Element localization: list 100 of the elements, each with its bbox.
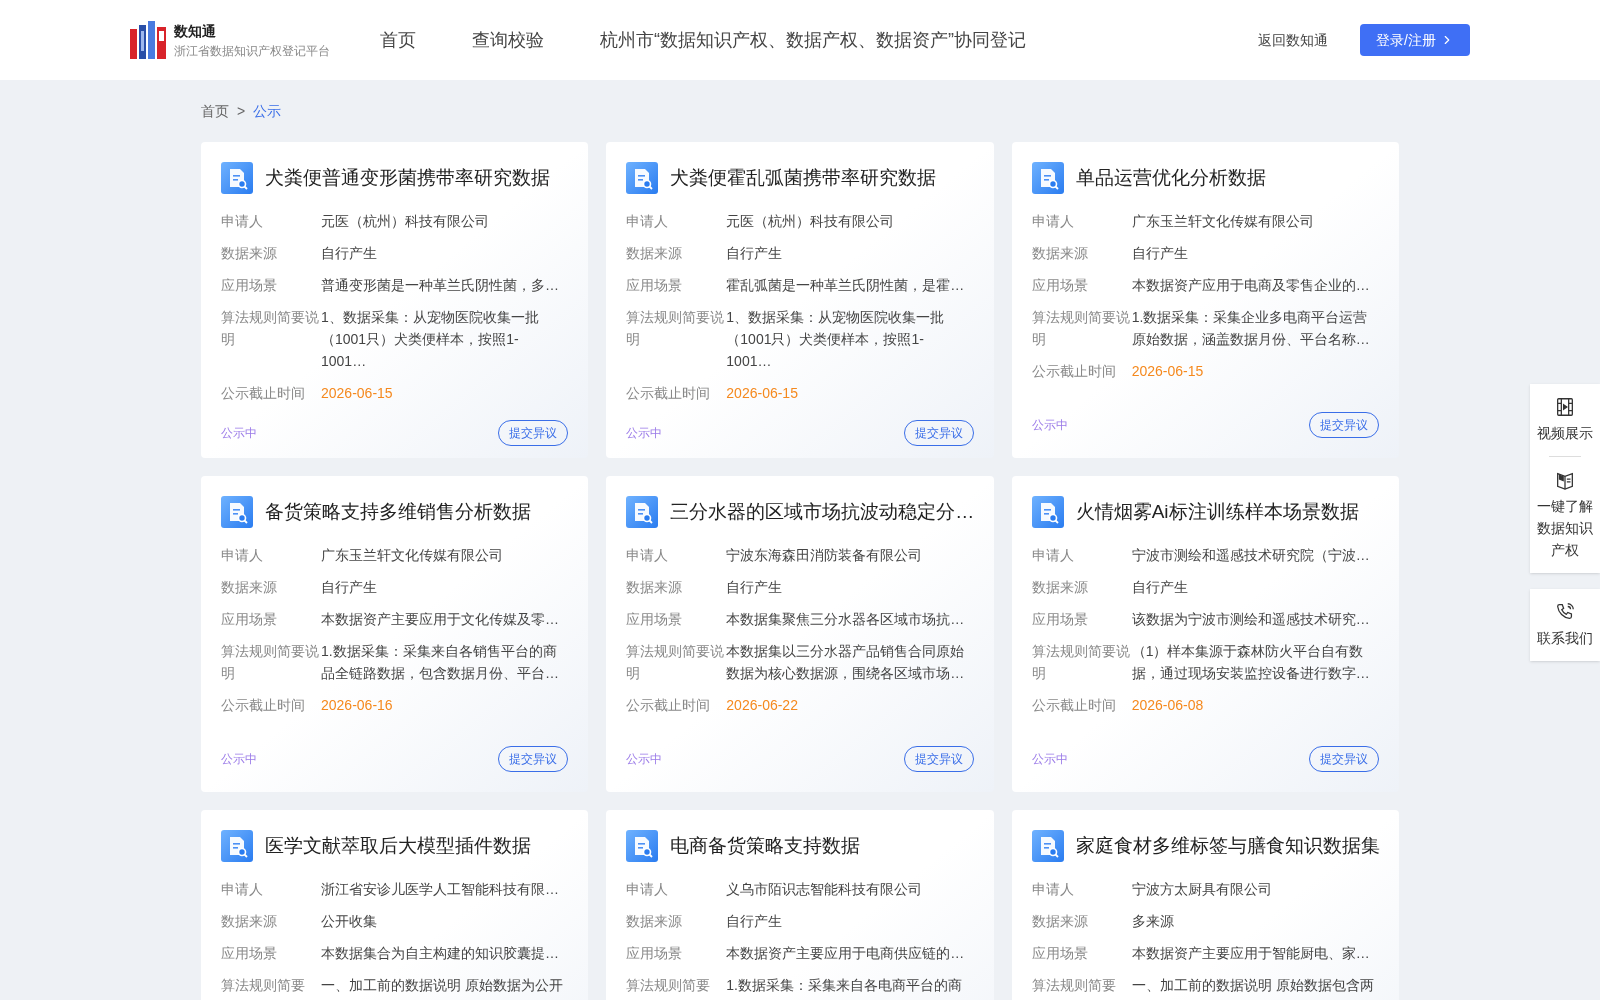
field-value: 一、加工前的数据说明 原始数据为公开: [321, 976, 563, 995]
field-value: 霍乱弧菌是一种革兰氏阴性菌，是霍…: [726, 276, 966, 295]
field-label: 算法规则简要说明: [1031, 308, 1131, 349]
card-title: 电商备货策略支持数据: [670, 833, 861, 858]
field-value: 自行产生: [726, 578, 784, 597]
side-panel-label: 视频展示: [1537, 424, 1593, 443]
field-label: 公示截止时间: [1031, 696, 1117, 715]
field-label: 算法规则简要说明: [626, 308, 726, 349]
document-search-icon: [221, 830, 253, 862]
field-label: 算法规则简要: [626, 976, 712, 995]
field-value: 宁波市测绘和遥感技术研究院（宁波…: [1131, 546, 1371, 565]
field-value: 自行产生: [321, 578, 378, 597]
field-value: 一、加工前的数据说明 原始数据包含两: [1131, 976, 1374, 995]
field-label: 应用场景: [626, 944, 684, 963]
field-value: 宁波方太厨具有限公司: [1131, 880, 1273, 899]
field-value: 自行产生: [726, 244, 784, 263]
field-value: 自行产生: [1131, 578, 1189, 597]
login-button[interactable]: 登录/注册: [1360, 24, 1470, 56]
document-search-icon: [221, 162, 253, 194]
logo-title: 数知通: [174, 21, 217, 41]
card-title: 家庭食材多维标签与膳食知识数据集: [1075, 833, 1380, 858]
side-panel-label: 一键了解数据知识产权: [1537, 497, 1593, 560]
field-value: 广东玉兰轩文化传媒有限公司: [321, 546, 504, 565]
card-title: 单品运营优化分析数据: [1075, 165, 1266, 190]
field-value: 本数据资产主要应用于智能厨电、家…: [1131, 944, 1371, 963]
side-panel-link[interactable]: 一键了解数据知识产权: [1537, 469, 1593, 561]
field-label: 公示截止时间: [626, 696, 712, 715]
field-value: 本数据集以三分水器产品销售合同原始数据为核心数据源，围绕各区域市场…: [726, 642, 966, 683]
field-value: （1）样本集源于森林防火平台自有数据，通过现场安装监控设备进行数字…: [1131, 642, 1371, 683]
field-value: 1.数据采集：采集来自各销售平台的商品全链路数据，包含数据月份、平台…: [321, 642, 560, 683]
document-search-icon: [626, 830, 659, 862]
document-search-icon: [1031, 162, 1064, 194]
field-value: 2026-06-08: [1131, 696, 1205, 715]
card-title: 犬粪便普通变形菌携带率研究数据: [265, 165, 550, 190]
field-label: 应用场景: [626, 610, 684, 629]
document-search-icon: [626, 496, 659, 528]
status-label: 公示中: [221, 425, 257, 442]
field-label: 申请人: [626, 546, 670, 565]
field-value: 本数据集合为自主构建的知识胶囊提…: [321, 944, 560, 963]
field-value: 本数据资产主要应用于电商供应链的…: [726, 944, 966, 963]
field-label: 算法规则简要说明: [1031, 642, 1131, 683]
field-value: 公开收集: [321, 912, 378, 931]
field-value: 自行产生: [726, 912, 784, 931]
field-value: 1、数据采集：从宠物医院收集一批（1001只）犬类便样本，按照1-1001…: [321, 308, 540, 371]
field-label: 申请人: [1031, 546, 1075, 565]
field-label: 申请人: [221, 880, 264, 899]
field-label: 数据来源: [1031, 912, 1089, 931]
status-label: 公示中: [1031, 417, 1068, 434]
field-label: 申请人: [626, 880, 670, 899]
field-label: 算法规则简要: [221, 976, 306, 995]
field-label: 应用场景: [1031, 276, 1089, 295]
field-value: 2026-06-22: [726, 696, 799, 715]
field-label: 申请人: [1031, 212, 1075, 231]
side-panel-link[interactable]: 视频展示: [1537, 396, 1593, 444]
field-label: 申请人: [1031, 880, 1075, 899]
field-value: 2026-06-15: [726, 384, 799, 403]
field-label: 数据来源: [1031, 244, 1089, 263]
card-title: 犬粪便霍乱弧菌携带率研究数据: [670, 165, 937, 190]
field-value: 自行产生: [321, 244, 378, 263]
field-label: 数据来源: [626, 578, 684, 597]
back-link[interactable]: 返回数知通: [1258, 29, 1329, 51]
card-title: 备货策略支持多维销售分析数据: [265, 499, 531, 524]
field-label: 应用场景: [221, 610, 278, 629]
field-value: 2026-06-15: [321, 384, 394, 403]
nav-link[interactable]: 杭州市“数据知识产权、数据产权、数据资产”协同登记: [600, 26, 1026, 54]
field-value: 1.数据采集：采集企业多电商平台运营原始数据，涵盖数据月份、平台名称…: [1131, 308, 1371, 349]
document-search-icon: [626, 162, 659, 194]
film-icon: [1554, 396, 1576, 418]
field-value: 该数据为宁波市测绘和遥感技术研究…: [1131, 610, 1371, 629]
field-label: 算法规则简要说明: [221, 308, 320, 349]
field-label: 申请人: [221, 212, 264, 231]
nav-link[interactable]: 首页: [380, 26, 416, 54]
field-value: 2026-06-16: [321, 696, 394, 715]
status-label: 公示中: [626, 425, 663, 442]
field-label: 算法规则简要说明: [626, 642, 726, 683]
field-label: 数据来源: [221, 244, 278, 263]
field-value: 元医（杭州）科技有限公司: [321, 212, 490, 231]
field-label: 算法规则简要说明: [221, 642, 320, 683]
document-search-icon: [1031, 830, 1064, 862]
field-label: 公示截止时间: [221, 384, 306, 403]
side-panel-link[interactable]: 联系我们: [1537, 601, 1593, 649]
logo-subtitle: 浙江省数据知识产权登记平台: [174, 42, 330, 60]
field-value: 1.数据采集：采集来自各电商平台的商: [726, 976, 963, 995]
field-value: 浙江省安诊儿医学人工智能科技有限…: [321, 880, 560, 899]
document-search-icon: [221, 496, 253, 528]
breadcrumb-link[interactable]: 公示: [253, 100, 282, 122]
field-label: 数据来源: [221, 912, 278, 931]
field-label: 数据来源: [1031, 578, 1089, 597]
status-label: 公示中: [221, 751, 257, 768]
nav-link[interactable]: 查询校验: [472, 26, 544, 54]
field-label: 数据来源: [626, 912, 684, 931]
field-value: 自行产生: [1131, 244, 1189, 263]
field-value: 2026-06-15: [1131, 362, 1205, 381]
field-label: 公示截止时间: [626, 384, 712, 403]
logo-icon: [130, 21, 166, 59]
status-label: 公示中: [1031, 751, 1068, 768]
breadcrumb-link[interactable]: 首页: [201, 100, 229, 122]
card-title: 医学文献萃取后大模型插件数据: [265, 833, 531, 858]
field-value: 本数据资产应用于电商及零售企业的…: [1131, 276, 1371, 295]
field-label: 数据来源: [626, 244, 684, 263]
